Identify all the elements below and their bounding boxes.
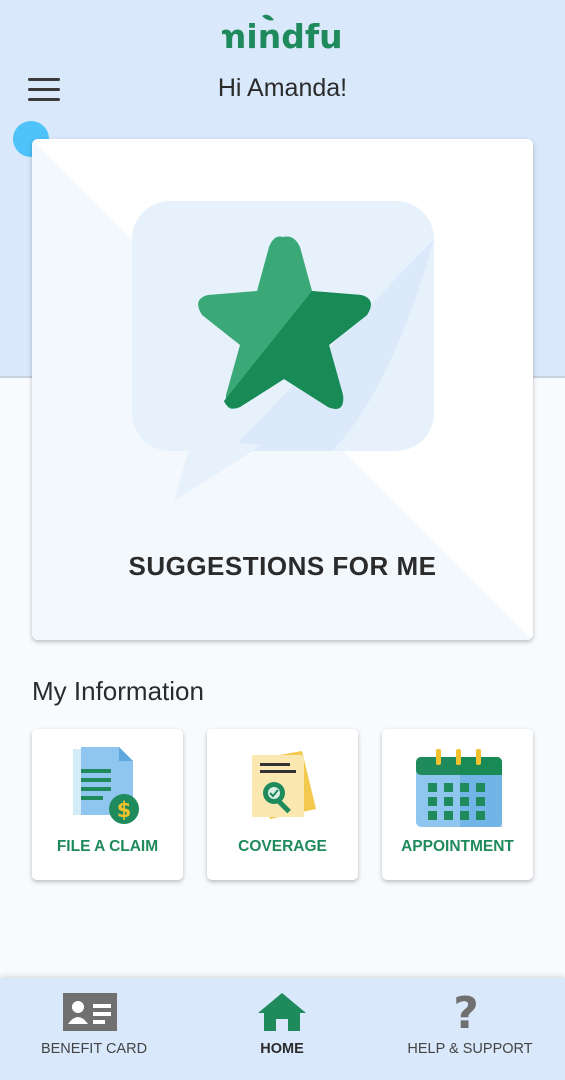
nav-label-home: HOME bbox=[260, 1041, 304, 1057]
suggestions-title: SUGGESTIONS FOR ME bbox=[128, 551, 437, 581]
home-icon bbox=[258, 993, 306, 1031]
svg-text:?: ? bbox=[453, 990, 479, 1034]
appointment-label: APPOINTMENT bbox=[401, 838, 514, 855]
svg-text:$: $ bbox=[117, 798, 132, 822]
greeting-text: Hi Amanda! bbox=[217, 74, 348, 102]
brand-logo: mindful bbox=[212, 10, 354, 56]
suggestions-card[interactable]: SUGGESTIONS FOR ME bbox=[32, 139, 533, 640]
nav-item-home[interactable]: HOME bbox=[188, 978, 376, 1080]
coverage-label: COVERAGE bbox=[238, 838, 327, 855]
nav-label-help-support: HELP & SUPPORT bbox=[407, 1041, 533, 1057]
question-mark-icon: ? bbox=[453, 990, 479, 1034]
my-information-heading: My Information bbox=[32, 676, 204, 706]
coverage-tile[interactable]: COVERAGE bbox=[207, 729, 358, 880]
file-a-claim-tile[interactable]: $ FILE A CLAIM bbox=[32, 729, 183, 880]
nav-item-help-support[interactable]: ? HELP & SUPPORT bbox=[376, 978, 564, 1080]
nav-item-benefit-card[interactable]: BENEFIT CARD bbox=[0, 978, 188, 1080]
bottom-navigation: BENEFIT CARD HOME ? HELP & SUPPORT bbox=[0, 978, 565, 1080]
brand-logo-text: mindful bbox=[222, 17, 344, 54]
id-card-icon bbox=[63, 993, 117, 1031]
nav-label-benefit-card: BENEFIT CARD bbox=[40, 1041, 148, 1057]
calendar-icon bbox=[416, 749, 502, 827]
file-a-claim-label: FILE A CLAIM bbox=[56, 838, 159, 855]
claim-document-dollar-icon: $ bbox=[73, 747, 139, 824]
coverage-magnifier-icon bbox=[252, 751, 316, 819]
appointment-tile[interactable]: APPOINTMENT bbox=[382, 729, 533, 880]
